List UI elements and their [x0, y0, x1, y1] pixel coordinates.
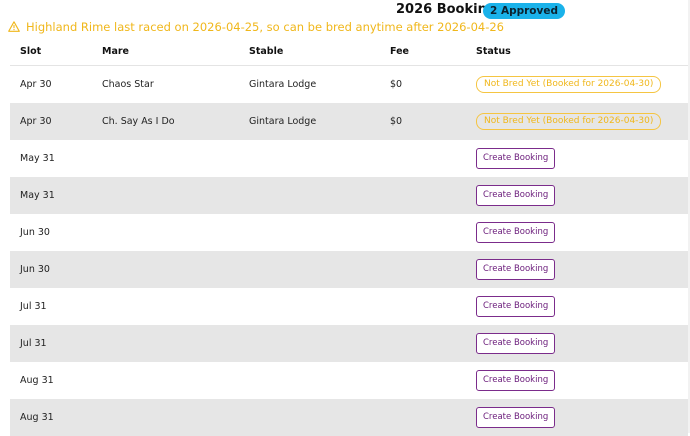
create-booking-button[interactable]: Create Booking	[476, 148, 556, 169]
bookings-header: 2026 Bookings 2 Approved	[0, 1, 690, 19]
column-header-mare: Mare	[92, 37, 239, 66]
table-header-row: Slot Mare Stable Fee Status	[10, 37, 688, 66]
create-booking-button[interactable]: Create Booking	[476, 333, 556, 354]
mare-cell	[92, 251, 239, 288]
mare-cell	[92, 140, 239, 177]
fee-cell	[380, 177, 466, 214]
stable-cell: Gintara Lodge	[249, 79, 317, 90]
stable-cell	[239, 362, 380, 399]
fee-cell: $0	[390, 79, 403, 90]
fee-cell	[380, 140, 466, 177]
table-row: Aug 31 Create Booking	[10, 362, 688, 399]
status-badge: Not Bred Yet (Booked for 2026-04-30)	[476, 76, 662, 93]
table-row: Apr 30 Ch. Say As I Do Gintara Lodge $0 Not …	[10, 103, 688, 140]
slot-cell: Jun 30	[20, 227, 50, 238]
mare-cell	[92, 399, 239, 436]
stable-cell	[239, 288, 380, 325]
table-row: Jul 31 Create Booking	[10, 288, 688, 325]
fee-cell	[380, 214, 466, 251]
stable-cell	[239, 214, 380, 251]
table-row: Jun 30 Create Booking	[10, 251, 688, 288]
table-row: Aug 31 Create Booking	[10, 399, 688, 436]
fee-cell	[380, 325, 466, 362]
stable-cell	[239, 140, 380, 177]
warning-text: Highland Rime last raced on 2026-04-25, …	[26, 20, 504, 34]
column-header-fee: Fee	[380, 37, 466, 66]
mare-cell: Chaos Star	[102, 79, 154, 90]
column-header-slot: Slot	[10, 37, 92, 66]
create-booking-button[interactable]: Create Booking	[476, 296, 556, 317]
stable-cell	[239, 399, 380, 436]
slot-cell: May 31	[20, 153, 55, 164]
slot-cell: Apr 30	[10, 103, 92, 140]
status-cell: Not Bred Yet (Booked for 2026-04-30)	[466, 103, 688, 140]
slot-cell: Aug 31	[10, 399, 92, 436]
status-cell: Create Booking	[466, 325, 688, 362]
bookings-table: Slot Mare Stable Fee Status Apr 30 Chaos …	[10, 37, 688, 436]
slot-cell: Jun 30	[10, 251, 92, 288]
column-header-status: Status	[466, 37, 688, 66]
table-row: Apr 30 Chaos Star Gintara Lodge $0 Not Bred …	[10, 66, 688, 104]
create-booking-button[interactable]: Create Booking	[476, 259, 556, 280]
status-cell: Create Booking	[466, 362, 688, 399]
stable-cell: Gintara Lodge	[239, 103, 380, 140]
fee-cell	[380, 251, 466, 288]
table-row: Jul 31 Create Booking	[10, 325, 688, 362]
approved-count-badge: 2 Approved	[483, 3, 565, 19]
status-cell: Create Booking	[466, 177, 688, 214]
slot-cell: Jul 31	[20, 301, 47, 312]
create-booking-button[interactable]: Create Booking	[476, 185, 556, 206]
slot-cell: Aug 31	[20, 375, 54, 386]
status-badge: Not Bred Yet (Booked for 2026-04-30)	[476, 113, 662, 130]
status-cell: Create Booking	[466, 399, 688, 436]
stable-cell	[239, 177, 380, 214]
slot-cell: Jul 31	[10, 325, 92, 362]
status-cell: Not Bred Yet (Booked for 2026-04-30)	[466, 66, 688, 104]
mare-cell: Ch. Say As I Do	[92, 103, 239, 140]
slot-cell: Apr 30	[20, 79, 52, 90]
fee-cell	[380, 288, 466, 325]
table-row: May 31 Create Booking	[10, 140, 688, 177]
mare-cell	[92, 325, 239, 362]
race-warning-alert: Highland Rime last raced on 2026-04-25, …	[8, 20, 504, 35]
stable-cell	[239, 325, 380, 362]
create-booking-button[interactable]: Create Booking	[476, 407, 556, 428]
mare-cell	[92, 362, 239, 399]
table-row: Jun 30 Create Booking	[10, 214, 688, 251]
mare-cell	[92, 177, 239, 214]
fee-cell	[380, 399, 466, 436]
status-cell: Create Booking	[466, 288, 688, 325]
mare-cell	[92, 288, 239, 325]
stable-cell	[239, 251, 380, 288]
status-cell: Create Booking	[466, 251, 688, 288]
create-booking-button[interactable]: Create Booking	[476, 222, 556, 243]
column-header-stable: Stable	[239, 37, 380, 66]
create-booking-button[interactable]: Create Booking	[476, 370, 556, 391]
status-cell: Create Booking	[466, 214, 688, 251]
table-row: May 31 Create Booking	[10, 177, 688, 214]
warning-triangle-icon	[8, 21, 20, 32]
fee-cell: $0	[380, 103, 466, 140]
status-cell: Create Booking	[466, 140, 688, 177]
fee-cell	[380, 362, 466, 399]
mare-cell	[92, 214, 239, 251]
slot-cell: May 31	[10, 177, 92, 214]
